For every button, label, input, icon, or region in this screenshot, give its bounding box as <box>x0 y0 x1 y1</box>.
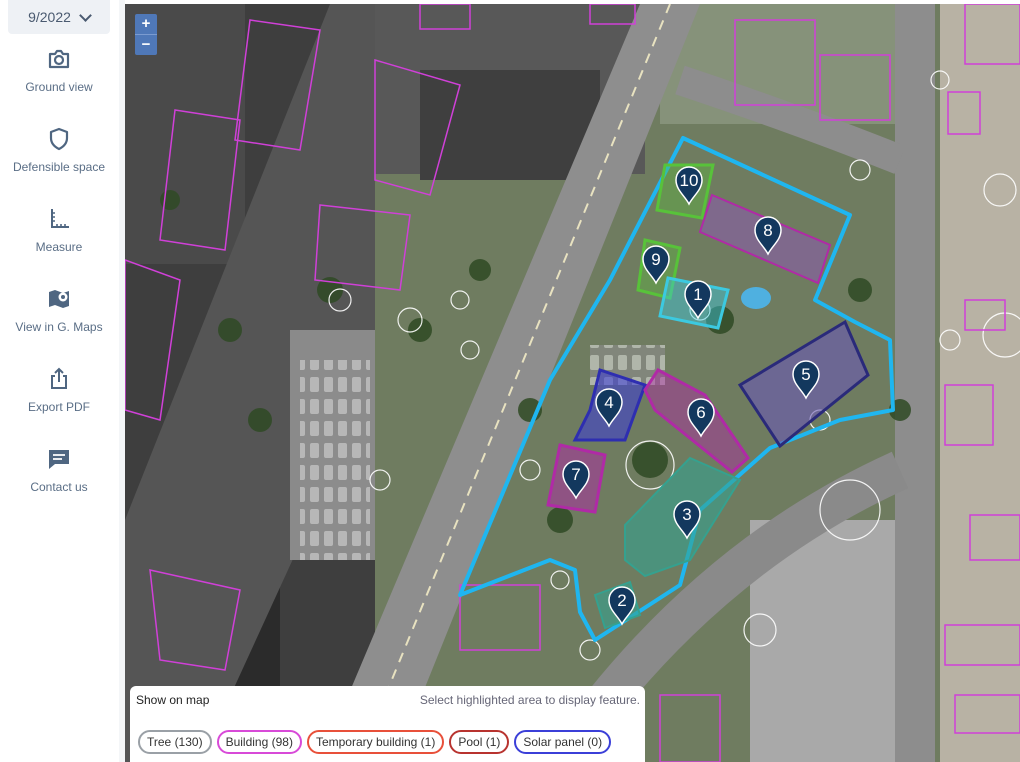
chip-tree[interactable]: Tree (130) <box>138 730 212 754</box>
export-pdf-label: Export PDF <box>27 400 90 414</box>
marker-label: 1 <box>693 285 702 304</box>
ruler-icon <box>51 209 69 228</box>
marker-label: 7 <box>571 465 580 484</box>
pool[interactable] <box>741 287 771 309</box>
zoom-out-button[interactable]: − <box>135 34 157 55</box>
marker-label: 6 <box>696 403 705 422</box>
date-selector[interactable]: 9/2022 <box>8 0 110 34</box>
aerial-map[interactable]: 1 2 3 4 5 6 7 8 9 10 <box>125 4 1020 762</box>
chip-temporary-building[interactable]: Temporary building (1) <box>306 730 445 754</box>
defensible-space-label: Defensible space <box>12 160 106 174</box>
marker-label: 10 <box>680 171 699 190</box>
map-canvas: 1 2 3 4 5 6 7 8 9 10 <box>125 4 1020 762</box>
defensible-space-button[interactable]: Defensible space <box>0 126 118 174</box>
export-pdf-button[interactable]: Export PDF <box>0 366 118 414</box>
legend-title: Show on map <box>136 693 210 707</box>
ground-view-label: Ground view <box>25 80 93 94</box>
chip-pool[interactable]: Pool (1) <box>449 730 510 754</box>
chevron-down-icon <box>79 8 92 22</box>
feature-filter-chips: Tree (130) Building (98) Temporary build… <box>138 730 612 754</box>
export-icon <box>51 367 67 389</box>
map-pin-icon <box>49 290 69 308</box>
view-in-google-maps-label: View in G. Maps <box>15 320 103 334</box>
chat-icon <box>49 450 69 469</box>
shield-icon <box>49 127 69 151</box>
zoom-in-button[interactable]: + <box>135 14 157 34</box>
chip-building[interactable]: Building (98) <box>216 730 302 754</box>
marker-label: 2 <box>617 591 626 610</box>
marker-label: 5 <box>801 365 810 384</box>
zoom-control: + − <box>135 14 157 55</box>
legend-panel: Show on map Select highlighted area to d… <box>130 686 645 762</box>
measure-label: Measure <box>35 240 83 254</box>
marker-label: 4 <box>604 393 613 412</box>
view-in-google-maps-button[interactable]: View in G. Maps <box>0 286 118 334</box>
marker-label: 3 <box>682 505 691 524</box>
marker-label: 9 <box>651 250 660 269</box>
legend-hint: Select highlighted area to display featu… <box>419 693 640 707</box>
sidebar: 9/2022 Ground view Defensible space Meas… <box>0 0 120 762</box>
camera-icon <box>48 49 70 69</box>
date-value: 9/2022 <box>28 9 71 25</box>
contact-us-button[interactable]: Contact us <box>0 446 118 494</box>
chip-solar-panel[interactable]: Solar panel (0) <box>514 730 612 754</box>
contact-us-label: Contact us <box>30 480 88 494</box>
side-road <box>895 4 935 762</box>
marker-label: 8 <box>763 221 772 240</box>
measure-button[interactable]: Measure <box>0 206 118 254</box>
ground-view-button[interactable]: Ground view <box>0 46 118 94</box>
